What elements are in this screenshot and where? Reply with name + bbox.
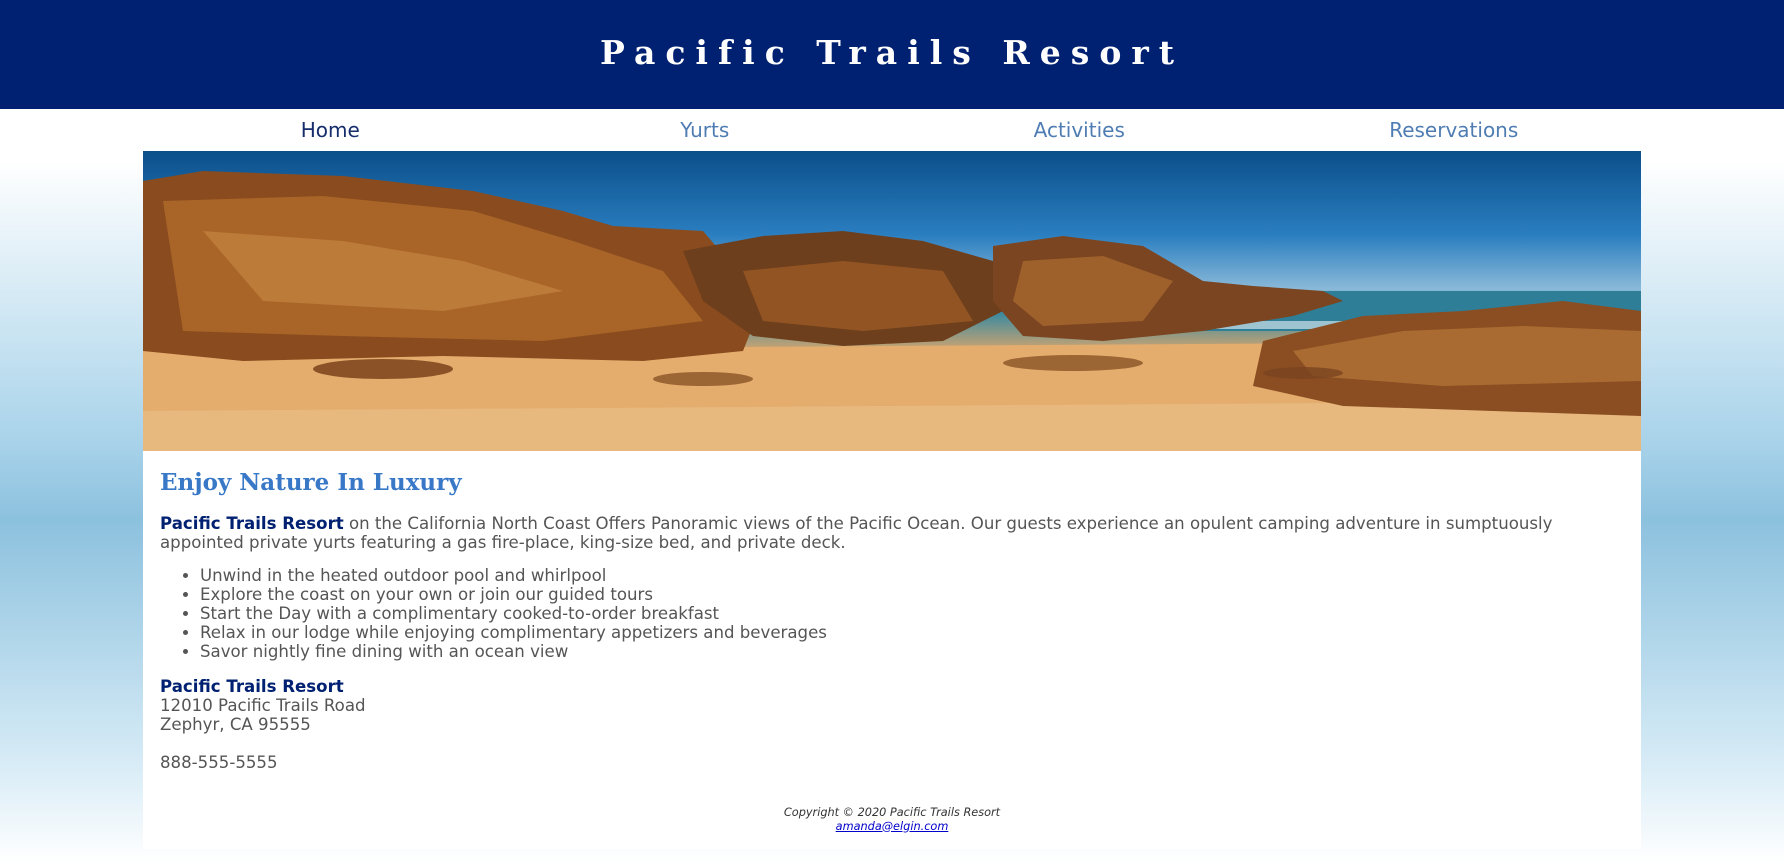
site-header: Pacific Trails Resort [0,0,1784,109]
list-item: Savor nightly fine dining with an ocean … [200,642,1624,661]
hero-illustration [143,171,1641,451]
main-nav: Home Yurts Activities Reservations [143,109,1641,151]
list-item: Start the Day with a complimentary cooke… [200,604,1624,623]
nav-link-home[interactable]: Home [143,109,518,151]
contact-name: Pacific Trails Resort [160,677,344,696]
nav-link-reservations[interactable]: Reservations [1267,109,1642,151]
hero-image-coastal-rocks [143,151,1641,451]
list-item: Unwind in the heated outdoor pool and wh… [200,566,1624,585]
site-title: Pacific Trails Resort [600,33,1184,72]
intro-paragraph: Pacific Trails Resort on the California … [160,514,1624,552]
nav-link-activities[interactable]: Activities [892,109,1267,151]
list-item: Explore the coast on your own or join ou… [200,585,1624,604]
intro-text: on the California North Coast Offers Pan… [160,514,1553,552]
contact-city: Zephyr, CA 95555 [160,715,311,734]
list-item: Relax in our lodge while enjoying compli… [200,623,1624,642]
page-wrapper: Home Yurts Activities Reservations Enjoy… [143,109,1641,849]
intro-brand-name: Pacific Trails Resort [160,514,344,533]
contact-phone: 888-555-5555 [160,753,278,772]
features-list: Unwind in the heated outdoor pool and wh… [160,566,1624,661]
copyright-text: Copyright © 2020 Pacific Trails Resort [783,806,1001,819]
contact-street: 12010 Pacific Trails Road [160,696,366,715]
contact-info: Pacific Trails Resort 12010 Pacific Trai… [160,677,1624,772]
footer-email-link[interactable]: amanda@elgin.com [836,820,949,833]
page-heading: Enjoy Nature In Luxury [160,469,462,496]
site-footer: Copyright © 2020 Pacific Trails Resort a… [143,806,1641,833]
nav-link-yurts[interactable]: Yurts [518,109,893,151]
main-content: Enjoy Nature In Luxury Pacific Trails Re… [143,451,1641,772]
